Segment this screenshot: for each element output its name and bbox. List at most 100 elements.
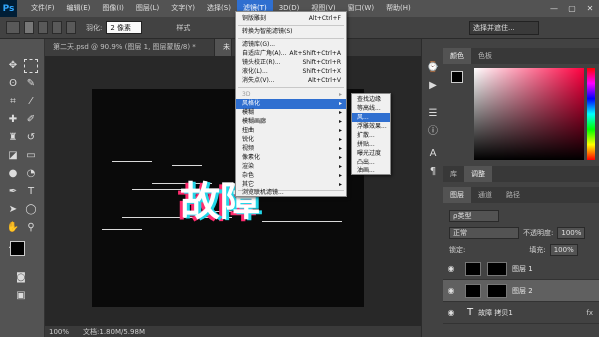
panel-icons-column: ⌚ ▶ ☰ ⓘ A ¶ [421, 39, 443, 337]
submenu-item-solarize[interactable]: 曝光过度 [352, 149, 390, 158]
new-selection-icon[interactable] [24, 21, 34, 34]
tab-paths[interactable]: 路径 [499, 187, 527, 203]
fill-label: 填充: [529, 245, 546, 254]
feather-input[interactable]: 2 像素 [106, 21, 143, 34]
history-brush-tool-icon[interactable]: ↺ [24, 131, 38, 145]
marquee-tool-preset-icon[interactable] [6, 21, 20, 34]
fill-input[interactable]: 100% [549, 243, 578, 256]
menu-separator [238, 87, 344, 88]
menu-item-vanishing-point[interactable]: 消失点(V)... Alt+Ctrl+V [236, 76, 346, 86]
tab-channels[interactable]: 通道 [471, 187, 499, 203]
tab-libraries[interactable]: 库 [443, 166, 464, 182]
tab-document-1[interactable]: 第二天.psd @ 90.9% (图层 1, 图层蒙版/8) * [45, 39, 215, 56]
submenu-item-emboss[interactable]: 浮雕效果... [352, 122, 390, 131]
paragraph-panel-icon[interactable]: ¶ [426, 165, 440, 179]
clone-stamp-tool-icon[interactable]: ♜ [6, 131, 20, 145]
ellipse-tool-icon[interactable]: ◯ [24, 203, 38, 217]
layer-name: 图层 2 [512, 286, 533, 295]
history-panel-icon[interactable]: ⌚ [426, 61, 440, 75]
menu-item-browse-online-filters[interactable]: 浏览联机滤镜... [236, 188, 346, 197]
zoom-tool-icon[interactable]: ⚲ [24, 221, 38, 235]
tab-adjustments[interactable]: 调整 [464, 166, 492, 182]
crop-tool-icon[interactable]: ⌗ [6, 95, 20, 109]
menu-item-convert-smart-filters[interactable]: 转换为智能滤镜(S) [236, 27, 346, 37]
tab-swatches[interactable]: 色板 [471, 48, 499, 64]
menu-select[interactable]: 选择(S) [201, 0, 237, 17]
layer-mask-thumbnail[interactable] [487, 283, 507, 298]
submenu-item-diffuse[interactable]: 扩散... [352, 131, 390, 140]
status-bar: 100% 文档:1.80M/5.98M [45, 326, 440, 337]
hand-tool-icon[interactable]: ✋ [6, 221, 20, 235]
blend-mode-select[interactable]: 正常 [449, 226, 519, 239]
menu-help[interactable]: 帮助(H) [380, 0, 417, 17]
visibility-eye-icon[interactable]: ◉ [443, 286, 459, 295]
visibility-eye-icon[interactable]: ◉ [443, 308, 459, 317]
type-tool-icon[interactable]: T [24, 185, 38, 199]
pen-tool-icon[interactable]: ✒ [6, 185, 20, 199]
minimize-icon[interactable]: — [545, 0, 563, 17]
tab-layers[interactable]: 图层 [443, 187, 471, 203]
properties-panel-icon[interactable]: ☰ [426, 107, 440, 121]
brush-tool-icon[interactable]: ✐ [24, 113, 38, 127]
menu-file[interactable]: 文件(F) [25, 0, 61, 17]
layer-row[interactable]: ◉ T 故障 拷贝1 fx [443, 302, 599, 324]
blend-row: 正常 不透明度: 100% [443, 224, 599, 241]
intersect-selection-icon[interactable] [66, 21, 76, 34]
opacity-input[interactable]: 100% [557, 226, 586, 239]
layer-effects-icon[interactable]: fx [586, 309, 593, 317]
quick-select-tool-icon[interactable]: ✎ [24, 77, 38, 91]
menu-layer[interactable]: 图层(L) [130, 0, 165, 17]
submenu-item-oil-paint[interactable]: 油画... [352, 166, 390, 175]
select-and-mask-button[interactable]: 选择并遮住... [469, 21, 539, 35]
library-panel-tabs: 库 调整 [443, 166, 599, 182]
menu-edit[interactable]: 编辑(E) [61, 0, 97, 17]
eraser-tool-icon[interactable]: ◪ [6, 149, 20, 163]
submenu-item-find-edges[interactable]: 查找边缘 [352, 95, 390, 104]
submenu-item-wind[interactable]: 风... [352, 113, 390, 122]
lasso-tool-icon[interactable]: ʘ [6, 77, 20, 91]
window-controls: — ▢ ✕ [545, 0, 599, 17]
maximize-icon[interactable]: ▢ [563, 0, 581, 17]
gradient-tool-icon[interactable]: ▭ [24, 149, 38, 163]
color-picker-field[interactable] [474, 68, 584, 160]
zoom-level[interactable]: 100% [49, 328, 69, 336]
foreground-color-swatch[interactable] [10, 241, 25, 256]
tab-document-2[interactable]: 未 [215, 39, 232, 56]
hue-slider[interactable] [587, 68, 595, 160]
close-icon[interactable]: ✕ [581, 0, 599, 17]
subtract-selection-icon[interactable] [52, 21, 62, 34]
right-panels: 颜色 色板 库 调整 图层 通道 路径 ρ类型 正常 不透明度: 100% 锁定… [443, 39, 599, 337]
layer-thumbnail [465, 261, 481, 276]
menu-window[interactable]: 窗口(W) [342, 0, 380, 17]
actions-panel-icon[interactable]: ▶ [426, 79, 440, 93]
dodge-tool-icon[interactable]: ◔ [24, 167, 38, 181]
blur-tool-icon[interactable]: ● [6, 167, 20, 181]
layer-mask-thumbnail[interactable] [487, 261, 507, 276]
visibility-eye-icon[interactable]: ◉ [443, 264, 459, 273]
layer-row[interactable]: ◉ 图层 2 [443, 280, 599, 302]
healing-brush-tool-icon[interactable]: ✚ [6, 113, 20, 127]
style-label: 样式 [176, 23, 191, 32]
eyedropper-tool-icon[interactable]: ⁄ [24, 95, 38, 109]
submenu-item-tiles[interactable]: 拼贴... [352, 140, 390, 149]
path-selection-tool-icon[interactable]: ➤ [6, 203, 20, 217]
quick-mask-icon[interactable]: ◙ [14, 271, 28, 285]
foreground-color-chip[interactable] [451, 71, 463, 83]
stylize-submenu: 查找边缘 等高线... 风... 浮雕效果... 扩散... 拼贴... 曝光过… [351, 93, 391, 175]
add-selection-icon[interactable] [38, 21, 48, 34]
layer-kind-filter[interactable]: ρ类型 [449, 209, 499, 222]
marquee-tool-icon[interactable] [24, 59, 38, 73]
move-tool-icon[interactable]: ✥ [6, 59, 20, 73]
tab-color[interactable]: 颜色 [443, 48, 471, 64]
lock-row: 锁定: 填充: 100% [443, 241, 599, 258]
menu-item-last-filter[interactable]: 铜版雕刻 Alt+Ctrl+F [236, 14, 346, 24]
layer-row[interactable]: ◉ 图层 1 [443, 258, 599, 280]
menu-image[interactable]: 图像(I) [96, 0, 130, 17]
screen-mode-icon[interactable]: ▣ [14, 289, 28, 303]
submenu-item-contour[interactable]: 等高线... [352, 104, 390, 113]
character-panel-icon[interactable]: A [426, 147, 440, 161]
filter-menu-dropdown: 铜版雕刻 Alt+Ctrl+F 转换为智能滤镜(S) 滤镜库(G)... 自适应广… [235, 11, 347, 197]
info-panel-icon[interactable]: ⓘ [426, 125, 440, 139]
menu-type[interactable]: 文字(Y) [165, 0, 201, 17]
menu-separator [238, 38, 344, 39]
